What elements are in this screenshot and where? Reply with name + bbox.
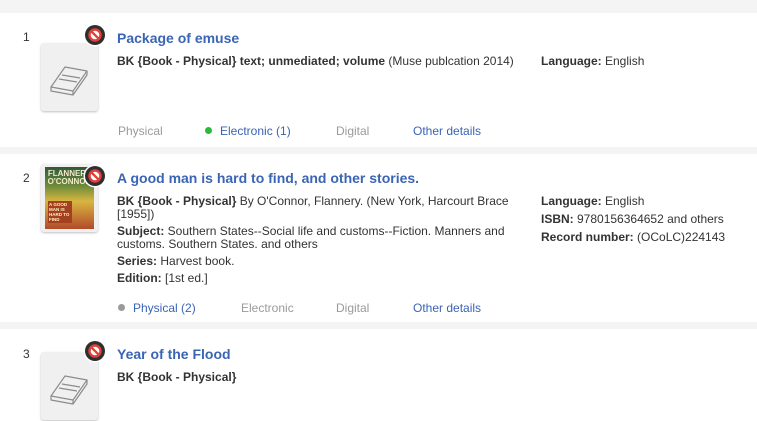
language-value: English [601,194,645,208]
tab-other-details[interactable]: Other details [413,300,481,316]
isbn-value: 9780156364652 and others [573,212,724,226]
status-dot-icon [118,304,125,311]
not-available-icon [85,341,105,361]
tab-digital[interactable]: Digital [336,123,369,139]
result-row: 2 FLANNERY O'CONNOR A GOOD MAN IS HARD T… [0,154,757,322]
result-identifiers: Language: English ISBN: 9780156364652 an… [541,192,751,246]
language-line: Language: English [541,192,751,210]
language-label: Language: [541,194,602,208]
isbn-label: ISBN: [541,212,574,226]
isbn-line: ISBN: 9780156364652 and others [541,210,751,228]
result-type-line: BK {Book - Physical} text; unmediated; v… [117,55,517,68]
format-details: text; unmediated; volume [236,54,386,68]
result-language: Language: English [541,52,751,70]
tab-electronic[interactable]: Electronic (1) [205,123,291,139]
result-title-link[interactable]: A good man is hard to find, and other st… [117,170,419,186]
result-number: 1 [23,30,30,44]
author-publication: By O'Connor, Flannery. (New York, Harcou… [236,194,509,208]
not-available-icon [85,166,105,186]
series-label: Series: [117,254,158,268]
edition-line: Edition: [1st ed.] [117,272,517,285]
not-available-icon [85,25,105,45]
cover-title-text: A GOOD MAN IS HARD TO FIND [48,201,72,223]
format-label: BK {Book - Physical} [117,54,237,68]
edition-value: [1st ed.] [161,271,208,285]
tab-electronic[interactable]: Electronic [241,300,294,316]
result-row: 1 Package of emuse BK {Book - Physical} … [0,13,757,147]
subject-label: Subject: [117,224,165,238]
result-type-line: BK {Book - Physical} [117,371,517,384]
format-label: BK {Book - Physical} [117,194,237,208]
language-label: Language: [541,54,602,68]
series-line: Series: Harvest book. [117,255,517,268]
tab-physical[interactable]: Physical (2) [118,300,196,316]
result-title-link[interactable]: Package of emuse [117,30,239,46]
edition-label: Edition: [117,271,162,285]
result-details: BK {Book - Physical} By O'Connor, Flanne… [117,195,517,285]
language-value: English [601,54,645,68]
record-number-value: (OCoLC)224143 [633,230,726,244]
series-value: Harvest book. [157,254,235,268]
result-number: 3 [23,347,30,361]
publication-year: [1955]) [117,207,155,221]
result-row: 3 Year of the Flood BK {Book - Physical} [0,329,757,421]
tab-electronic-label: Electronic (1) [220,124,291,138]
result-type-line: BK {Book - Physical} By O'Connor, Flanne… [117,195,517,208]
result-number: 2 [23,171,30,185]
tab-physical[interactable]: Physical [118,123,163,139]
format-label: BK {Book - Physical} [117,370,237,384]
available-dot-icon [205,127,212,134]
search-results-list: 1 Package of emuse BK {Book - Physical} … [0,0,757,421]
record-number-label: Record number: [541,230,634,244]
subject-continued: customs. Southern States. and others [117,237,318,251]
publication-info: (Muse publcation 2014) [385,54,514,68]
tab-digital[interactable]: Digital [336,300,369,316]
tab-physical-label: Physical (2) [133,301,196,315]
tab-other-details[interactable]: Other details [413,123,481,139]
book-placeholder-icon[interactable] [41,43,98,111]
book-placeholder-icon[interactable] [41,352,98,420]
subject-value: Southern States--Social life and customs… [164,224,505,238]
record-number-line: Record number: (OCoLC)224143 [541,228,751,246]
result-title-link[interactable]: Year of the Flood [117,346,231,362]
